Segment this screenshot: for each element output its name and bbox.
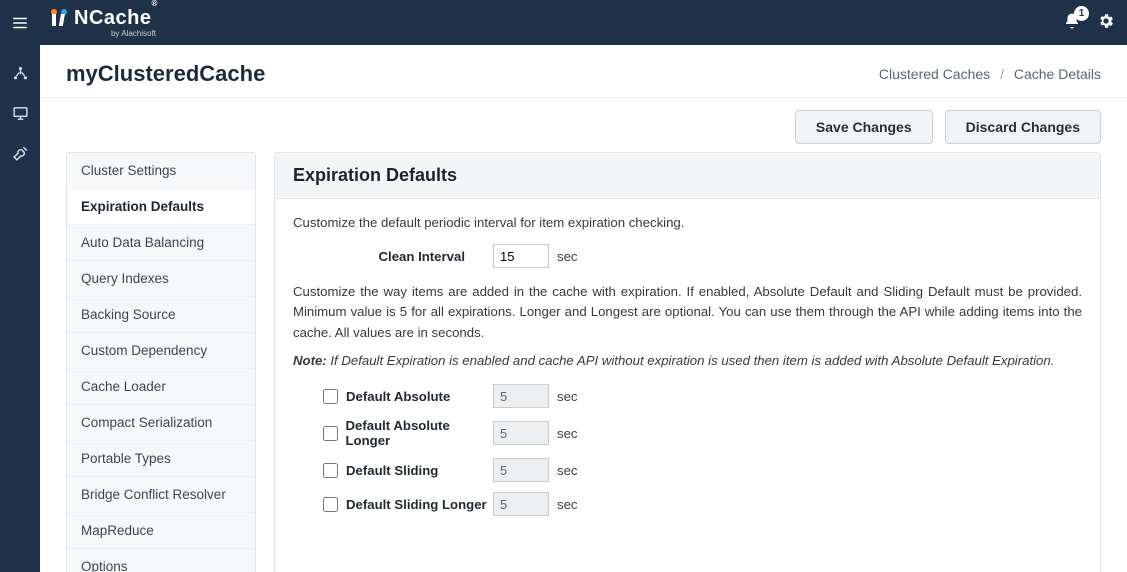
expiration-unit: sec	[557, 463, 578, 478]
breadcrumb-separator: /	[1000, 66, 1004, 82]
vendor-name: by Alachisoft	[48, 30, 156, 38]
clean-interval-unit: sec	[557, 249, 578, 264]
product-name: NCache®	[74, 8, 158, 28]
expiration-row: Default Sliding Longer sec	[293, 492, 1082, 516]
panel-header: Expiration Defaults	[275, 153, 1100, 199]
breadcrumb-parent[interactable]: Clustered Caches	[879, 66, 990, 82]
breadcrumb-current: Cache Details	[1014, 66, 1101, 82]
expiration-label: Default Sliding	[346, 463, 438, 478]
expiration-value-input[interactable]	[493, 492, 549, 516]
expiration-defaults-panel: Expiration Defaults Customize the defaul…	[274, 152, 1101, 572]
rail-item-clusters[interactable]	[0, 53, 40, 93]
save-button[interactable]: Save Changes	[795, 110, 933, 144]
logo-icon	[48, 8, 70, 28]
expiration-value-input[interactable]	[493, 384, 549, 408]
sidenav-item-mapreduce[interactable]: MapReduce	[67, 513, 255, 549]
expiration-label: Default Absolute	[346, 389, 450, 404]
expiration-label: Default Sliding Longer	[346, 497, 487, 512]
panel-description-1: Customize the default periodic interval …	[293, 215, 1082, 230]
sidenav-item-options[interactable]: Options	[67, 549, 255, 572]
clean-interval-row: Clean Interval sec	[293, 244, 1082, 268]
expiration-checkbox[interactable]	[323, 463, 338, 478]
hamburger-menu[interactable]	[0, 0, 40, 45]
expiration-row: Default Absolute sec	[293, 384, 1082, 408]
expiration-unit: sec	[557, 389, 578, 404]
top-bar: NCache® by Alachisoft 1	[0, 0, 1127, 45]
product-logo: NCache® by Alachisoft	[48, 8, 158, 38]
expiration-value-input[interactable]	[493, 458, 549, 482]
expiration-row: Default Sliding sec	[293, 458, 1082, 482]
rail-item-tools[interactable]	[0, 133, 40, 173]
clean-interval-label: Clean Interval	[293, 249, 493, 264]
sidenav-item-bridge-conflict-resolver[interactable]: Bridge Conflict Resolver	[67, 477, 255, 513]
sidenav-item-compact-serialization[interactable]: Compact Serialization	[67, 405, 255, 441]
sidenav-item-backing-source[interactable]: Backing Source	[67, 297, 255, 333]
settings-button[interactable]	[1097, 12, 1115, 33]
panel-title: Expiration Defaults	[293, 165, 1082, 186]
expiration-value-input[interactable]	[493, 421, 549, 445]
sidenav-item-custom-dependency[interactable]: Custom Dependency	[67, 333, 255, 369]
expiration-unit: sec	[557, 497, 578, 512]
note-label: Note:	[293, 353, 327, 368]
sidenav-item-auto-data-balancing[interactable]: Auto Data Balancing	[67, 225, 255, 261]
sidenav-item-query-indexes[interactable]: Query Indexes	[67, 261, 255, 297]
sidenav-item-cache-loader[interactable]: Cache Loader	[67, 369, 255, 405]
expiration-checkbox[interactable]	[323, 497, 338, 512]
settings-sidenav: Cluster SettingsExpiration DefaultsAuto …	[66, 152, 256, 572]
expiration-row: Default Absolute Longer sec	[293, 418, 1082, 448]
panel-description-2: Customize the way items are added in the…	[293, 282, 1082, 343]
panel-note: Note: If Default Expiration is enabled a…	[293, 353, 1082, 368]
notifications-badge: 1	[1074, 6, 1089, 21]
left-rail	[0, 45, 40, 572]
sidenav-item-expiration-defaults[interactable]: Expiration Defaults	[67, 189, 255, 225]
sidenav-item-portable-types[interactable]: Portable Types	[67, 441, 255, 477]
expiration-checkbox[interactable]	[323, 389, 338, 404]
actions-bar: Save Changes Discard Changes	[40, 98, 1127, 152]
expiration-checkbox[interactable]	[323, 426, 338, 441]
notifications-button[interactable]: 1	[1063, 12, 1081, 33]
expiration-unit: sec	[557, 426, 578, 441]
expiration-label: Default Absolute Longer	[346, 418, 494, 448]
discard-button[interactable]: Discard Changes	[945, 110, 1101, 144]
page-title: myClusteredCache	[66, 61, 265, 87]
page-header: myClusteredCache Clustered Caches / Cach…	[40, 45, 1127, 98]
rail-item-monitor[interactable]	[0, 93, 40, 133]
breadcrumb: Clustered Caches / Cache Details	[879, 66, 1101, 82]
sidenav-item-cluster-settings[interactable]: Cluster Settings	[67, 153, 255, 189]
clean-interval-input[interactable]	[493, 244, 549, 268]
note-text: If Default Expiration is enabled and cac…	[327, 353, 1055, 368]
